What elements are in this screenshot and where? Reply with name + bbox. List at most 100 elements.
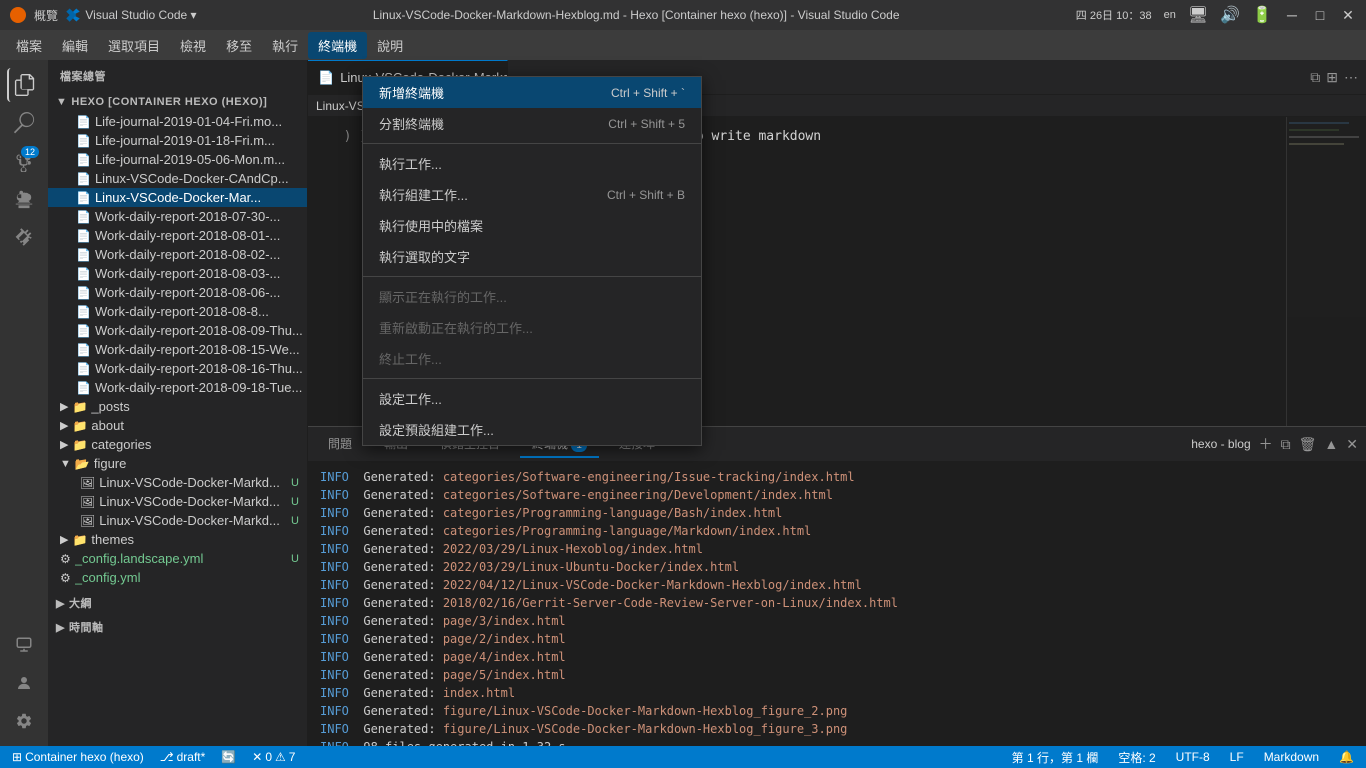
source-control-icon[interactable]: 12 <box>7 144 41 178</box>
file-tree[interactable]: ▼ HEXO [CONTAINER HEXO (HEXO)] 📄 Life-jo… <box>48 92 307 746</box>
run-debug-icon[interactable] <box>7 182 41 216</box>
feedback-button[interactable]: 🔔 <box>1335 750 1358 764</box>
folder-categories[interactable]: ▶ 📁 categories <box>48 435 307 454</box>
workspace-label: HEXO [CONTAINER HEXO (HEXO)] <box>71 96 267 108</box>
menu-run[interactable]: 執行 <box>262 32 308 59</box>
file-14[interactable]: 📄 Work-daily-report-2018-08-16-Thu... <box>48 359 307 378</box>
maximize-button[interactable]: □ <box>1312 7 1328 23</box>
file-4[interactable]: 📄 Linux-VSCode-Docker-CAndCp... <box>48 169 307 188</box>
file-5-active[interactable]: 📄 Linux-VSCode-Docker-Mar... <box>48 188 307 207</box>
folder-arrow: ▶ <box>60 419 68 432</box>
language-status[interactable]: Markdown <box>1260 750 1323 764</box>
extensions-icon[interactable] <box>7 220 41 254</box>
term-line-1: INFO Generated: categories/Software-engi… <box>320 468 1354 486</box>
term-line-12: INFO Generated: page/5/index.html <box>320 666 1354 684</box>
remote-icon[interactable] <box>7 628 41 662</box>
folder-figure[interactable]: ▼ 📂 figure <box>48 454 307 473</box>
menu-configure-default-build[interactable]: 設定預設組建工作... <box>363 414 701 445</box>
figure-child-2[interactable]: 🖼 Linux-VSCode-Docker-Markd... U <box>48 492 307 511</box>
menu-run-selected-text[interactable]: 執行選取的文字 <box>363 241 701 272</box>
minimize-button[interactable]: ─ <box>1284 7 1300 23</box>
settings-icon[interactable] <box>7 704 41 738</box>
file-6[interactable]: 📄 Work-daily-report-2018-07-30-... <box>48 207 307 226</box>
file-10[interactable]: 📄 Work-daily-report-2018-08-06-... <box>48 283 307 302</box>
indent-status[interactable]: 空格: 2 <box>1114 749 1159 766</box>
file-8[interactable]: 📄 Work-daily-report-2018-08-02-... <box>48 245 307 264</box>
app-icon <box>10 7 26 23</box>
config-yml[interactable]: ⚙ _config.yml <box>48 568 307 587</box>
split-editor-icon[interactable]: ⧉ <box>1310 69 1320 86</box>
account-icon[interactable] <box>7 666 41 700</box>
terminal-tab-problems[interactable]: 問題 <box>316 431 364 458</box>
folder-posts[interactable]: ▶ 📁 _posts <box>48 397 307 416</box>
folder-label: categories <box>91 437 151 452</box>
folder-themes[interactable]: ▶ 📁 themes <box>48 530 307 549</box>
more-actions-icon[interactable]: ⋯ <box>1344 69 1358 86</box>
cursor-position[interactable]: 第 1 行，第 1 欄 <box>1008 749 1103 766</box>
file-2[interactable]: 📄 Life-journal-2019-01-18-Fri.m... <box>48 131 307 150</box>
menu-run-build-task[interactable]: 執行組建工作... Ctrl + Shift + B <box>363 179 701 210</box>
terminal-toolbar: hexo - blog ＋ ⧉ 🗑 ▲ ✕ <box>1191 434 1358 454</box>
line-ending-label: LF <box>1230 750 1244 764</box>
layout-icon[interactable]: ⊞ <box>1326 69 1338 86</box>
figure-child-3[interactable]: 🖼 Linux-VSCode-Docker-Markd... U <box>48 511 307 530</box>
menu-view[interactable]: 檢視 <box>170 32 216 59</box>
menu-help[interactable]: 說明 <box>367 32 413 59</box>
menu-goto[interactable]: 移至 <box>216 32 262 59</box>
menubar: 檔案 編輯 選取項目 檢視 移至 執行 終端機 說明 <box>0 30 1366 60</box>
search-icon[interactable] <box>7 106 41 140</box>
file-13[interactable]: 📄 Work-daily-report-2018-08-15-We... <box>48 340 307 359</box>
menu-terminal[interactable]: 終端機 <box>308 32 367 59</box>
file-label: Linux-VSCode-Docker-CAndCp... <box>95 171 289 186</box>
lang-indicator: en <box>1164 9 1176 21</box>
file-1[interactable]: 📄 Life-journal-2019-01-04-Fri.mo... <box>48 112 307 131</box>
menu-new-terminal[interactable]: 新增終端機 Ctrl + Shift + ` <box>363 77 701 108</box>
folder-open-icon: 📂 <box>75 457 90 471</box>
sync-status[interactable]: 🔄 <box>217 750 240 764</box>
file-12[interactable]: 📄 Work-daily-report-2018-08-09-Thu... <box>48 321 307 340</box>
restart-running-label: 重新啟動正在執行的工作... <box>379 318 533 337</box>
split-terminal-icon[interactable]: ⧉ <box>1281 436 1291 453</box>
run-selected-label: 執行選取的文字 <box>379 247 470 266</box>
terminal-content[interactable]: INFO Generated: categories/Software-engi… <box>308 462 1366 746</box>
file-3[interactable]: 📄 Life-journal-2019-05-06-Mon.m... <box>48 150 307 169</box>
branch-status[interactable]: ⎇ draft* <box>156 750 210 764</box>
file-7[interactable]: 📄 Work-daily-report-2018-08-01-... <box>48 226 307 245</box>
remote-status[interactable]: ⊞ Container hexo (hexo) <box>8 750 148 764</box>
file-9[interactable]: 📄 Work-daily-report-2018-08-03-... <box>48 264 307 283</box>
new-terminal-label: 新增終端機 <box>379 83 444 102</box>
timeline-section[interactable]: ▶時間軸 <box>48 615 307 639</box>
kill-terminal-icon[interactable]: 🗑 <box>1299 436 1317 453</box>
explorer-icon[interactable] <box>7 68 41 102</box>
menu-split-terminal[interactable]: 分割終端機 Ctrl + Shift + 5 <box>363 108 701 139</box>
file-15[interactable]: 📄 Work-daily-report-2018-09-18-Tue... <box>48 378 307 397</box>
term-line-14: INFO Generated: figure/Linux-VSCode-Dock… <box>320 702 1354 720</box>
menu-file[interactable]: 檔案 <box>6 32 52 59</box>
error-icon: ✕ <box>252 750 262 764</box>
menu-run-active-file[interactable]: 執行使用中的檔案 <box>363 210 701 241</box>
errors-status[interactable]: ✕ 0 ⚠ 7 <box>248 750 299 764</box>
close-panel-icon[interactable]: ✕ <box>1346 436 1358 453</box>
file-icon: 📄 <box>76 134 91 148</box>
config-landscape[interactable]: ⚙ _config.landscape.yml U <box>48 549 307 568</box>
file-icon: 📄 <box>76 248 91 262</box>
line-ending-status[interactable]: LF <box>1226 750 1248 764</box>
menu-run-task[interactable]: 執行工作... <box>363 148 701 179</box>
maximize-panel-icon[interactable]: ▲ <box>1324 436 1338 452</box>
encoding-status[interactable]: UTF-8 <box>1172 750 1214 764</box>
menu-edit[interactable]: 編輯 <box>52 32 98 59</box>
figure-child-1[interactable]: 🖼 Linux-VSCode-Docker-Markd... U <box>48 473 307 492</box>
folder-about[interactable]: ▶ 📁 about <box>48 416 307 435</box>
menu-restart-running-tasks: 重新啟動正在執行的工作... <box>363 312 701 343</box>
branch-icon: ⎇ <box>160 750 174 764</box>
activity-bar: 12 <box>0 60 48 746</box>
close-button[interactable]: ✕ <box>1340 7 1356 23</box>
menu-select[interactable]: 選取項目 <box>98 32 170 59</box>
image-icon: 🖼 <box>80 495 95 509</box>
new-terminal-icon[interactable]: ＋ <box>1259 434 1273 454</box>
file-11[interactable]: 📄 Work-daily-report-2018-08-8... <box>48 302 307 321</box>
workspace-section[interactable]: ▼ HEXO [CONTAINER HEXO (HEXO)] <box>48 92 307 112</box>
menu-configure-tasks[interactable]: 設定工作... <box>363 383 701 414</box>
run-active-label: 執行使用中的檔案 <box>379 216 483 235</box>
outline-section[interactable]: ▶大綱 <box>48 591 307 615</box>
